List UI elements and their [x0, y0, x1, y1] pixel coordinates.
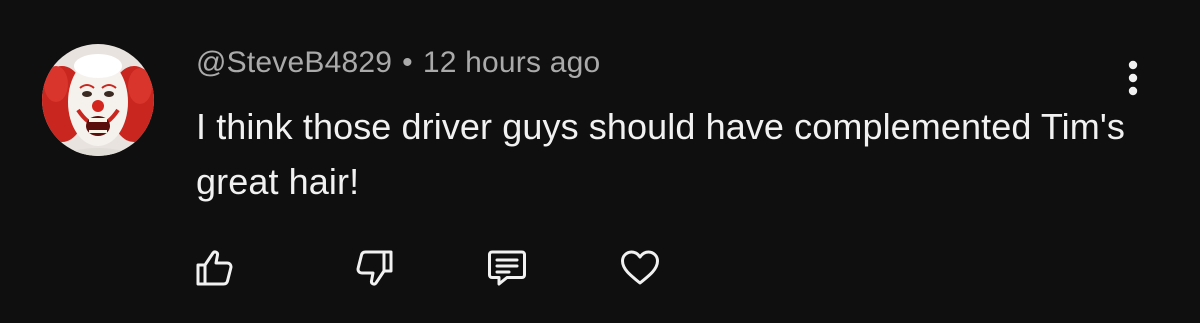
thumbs-up-icon [196, 250, 233, 286]
comment-text: I think those driver guys should have co… [196, 106, 1125, 202]
reply-comment-icon [488, 250, 526, 286]
like-button[interactable] [192, 246, 236, 290]
clown-avatar-icon [42, 44, 154, 156]
heart-button[interactable] [618, 246, 662, 290]
author-handle[interactable]: @SteveB4829 [196, 46, 392, 79]
meta-separator: • [402, 46, 413, 79]
more-vertical-icon [1128, 60, 1138, 96]
comment-meta: @SteveB4829 • 12 hours ago [196, 46, 600, 80]
reply-button[interactable] [485, 246, 529, 290]
thumbs-down-icon [356, 250, 393, 286]
more-options-button[interactable] [1113, 58, 1153, 100]
dislike-button[interactable] [353, 246, 397, 290]
heart-icon [621, 250, 659, 285]
comment-actions [0, 246, 700, 290]
comment-timestamp[interactable]: 12 hours ago [423, 46, 601, 79]
comment-thread: @SteveB4829 • 12 hours ago I think those d… [0, 0, 1200, 323]
author-avatar[interactable] [42, 44, 154, 156]
